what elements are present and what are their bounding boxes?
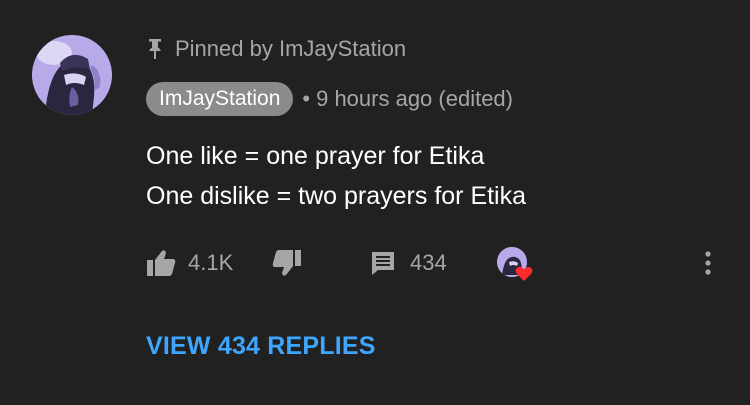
creator-heart — [497, 247, 533, 281]
like-button[interactable]: 4.1K — [146, 244, 233, 282]
pinned-label: Pinned by ImJayStation — [175, 36, 407, 61]
comment-actions: 4.1K 434 — [146, 244, 726, 282]
pinned-indicator: Pinned by ImJayStation — [147, 35, 406, 63]
pin-icon — [149, 39, 161, 59]
more-vertical-icon — [705, 251, 711, 275]
comment-line: One dislike = two prayers for Etika — [146, 182, 527, 210]
author-chip[interactable]: ImJayStation — [146, 82, 294, 116]
dislike-button[interactable] — [272, 244, 302, 282]
comment-timestamp: 9 hours ago (edited) — [316, 86, 513, 111]
thumbs-down-icon — [272, 250, 301, 276]
thumbs-up-icon — [147, 250, 176, 276]
meta-separator: • — [302, 86, 311, 111]
comment-body: One like = one prayer for Etika One disl… — [146, 136, 526, 216]
reply-button[interactable]: 434 — [370, 244, 447, 282]
comment-line: One like = one prayer for Etika — [146, 142, 485, 170]
comment-meta: ImJayStation • 9 hours ago (edited) — [146, 82, 513, 116]
like-count: 4.1K — [188, 250, 234, 275]
heart-icon — [515, 266, 533, 281]
commenter-avatar[interactable] — [32, 35, 112, 115]
more-options-button[interactable] — [704, 250, 712, 281]
comment-icon — [372, 252, 394, 275]
view-replies-link[interactable]: VIEW 434 REPLIES — [146, 332, 376, 361]
reply-count: 434 — [410, 250, 447, 275]
